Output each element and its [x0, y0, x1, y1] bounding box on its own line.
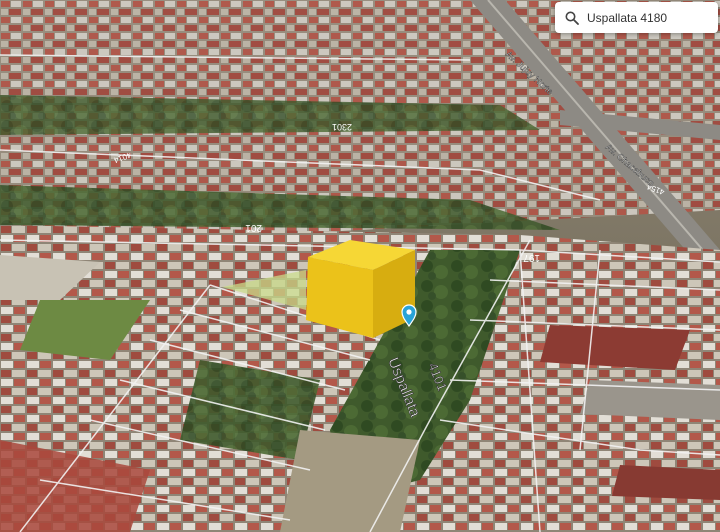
block-number: 201 — [245, 222, 262, 233]
block-number: 2301 — [332, 122, 352, 132]
large-roof — [612, 465, 720, 500]
block-number: 197 — [523, 252, 540, 263]
search-box[interactable] — [555, 2, 718, 33]
satellite-map[interactable]: Uspallata 4101 2301 201 197 4014 4154 Av… — [0, 0, 720, 532]
search-icon[interactable] — [565, 11, 579, 25]
large-roof — [540, 325, 690, 370]
selected-parcel-3d[interactable] — [306, 240, 415, 338]
search-input[interactable] — [587, 10, 712, 25]
dirt-lot — [280, 430, 420, 532]
